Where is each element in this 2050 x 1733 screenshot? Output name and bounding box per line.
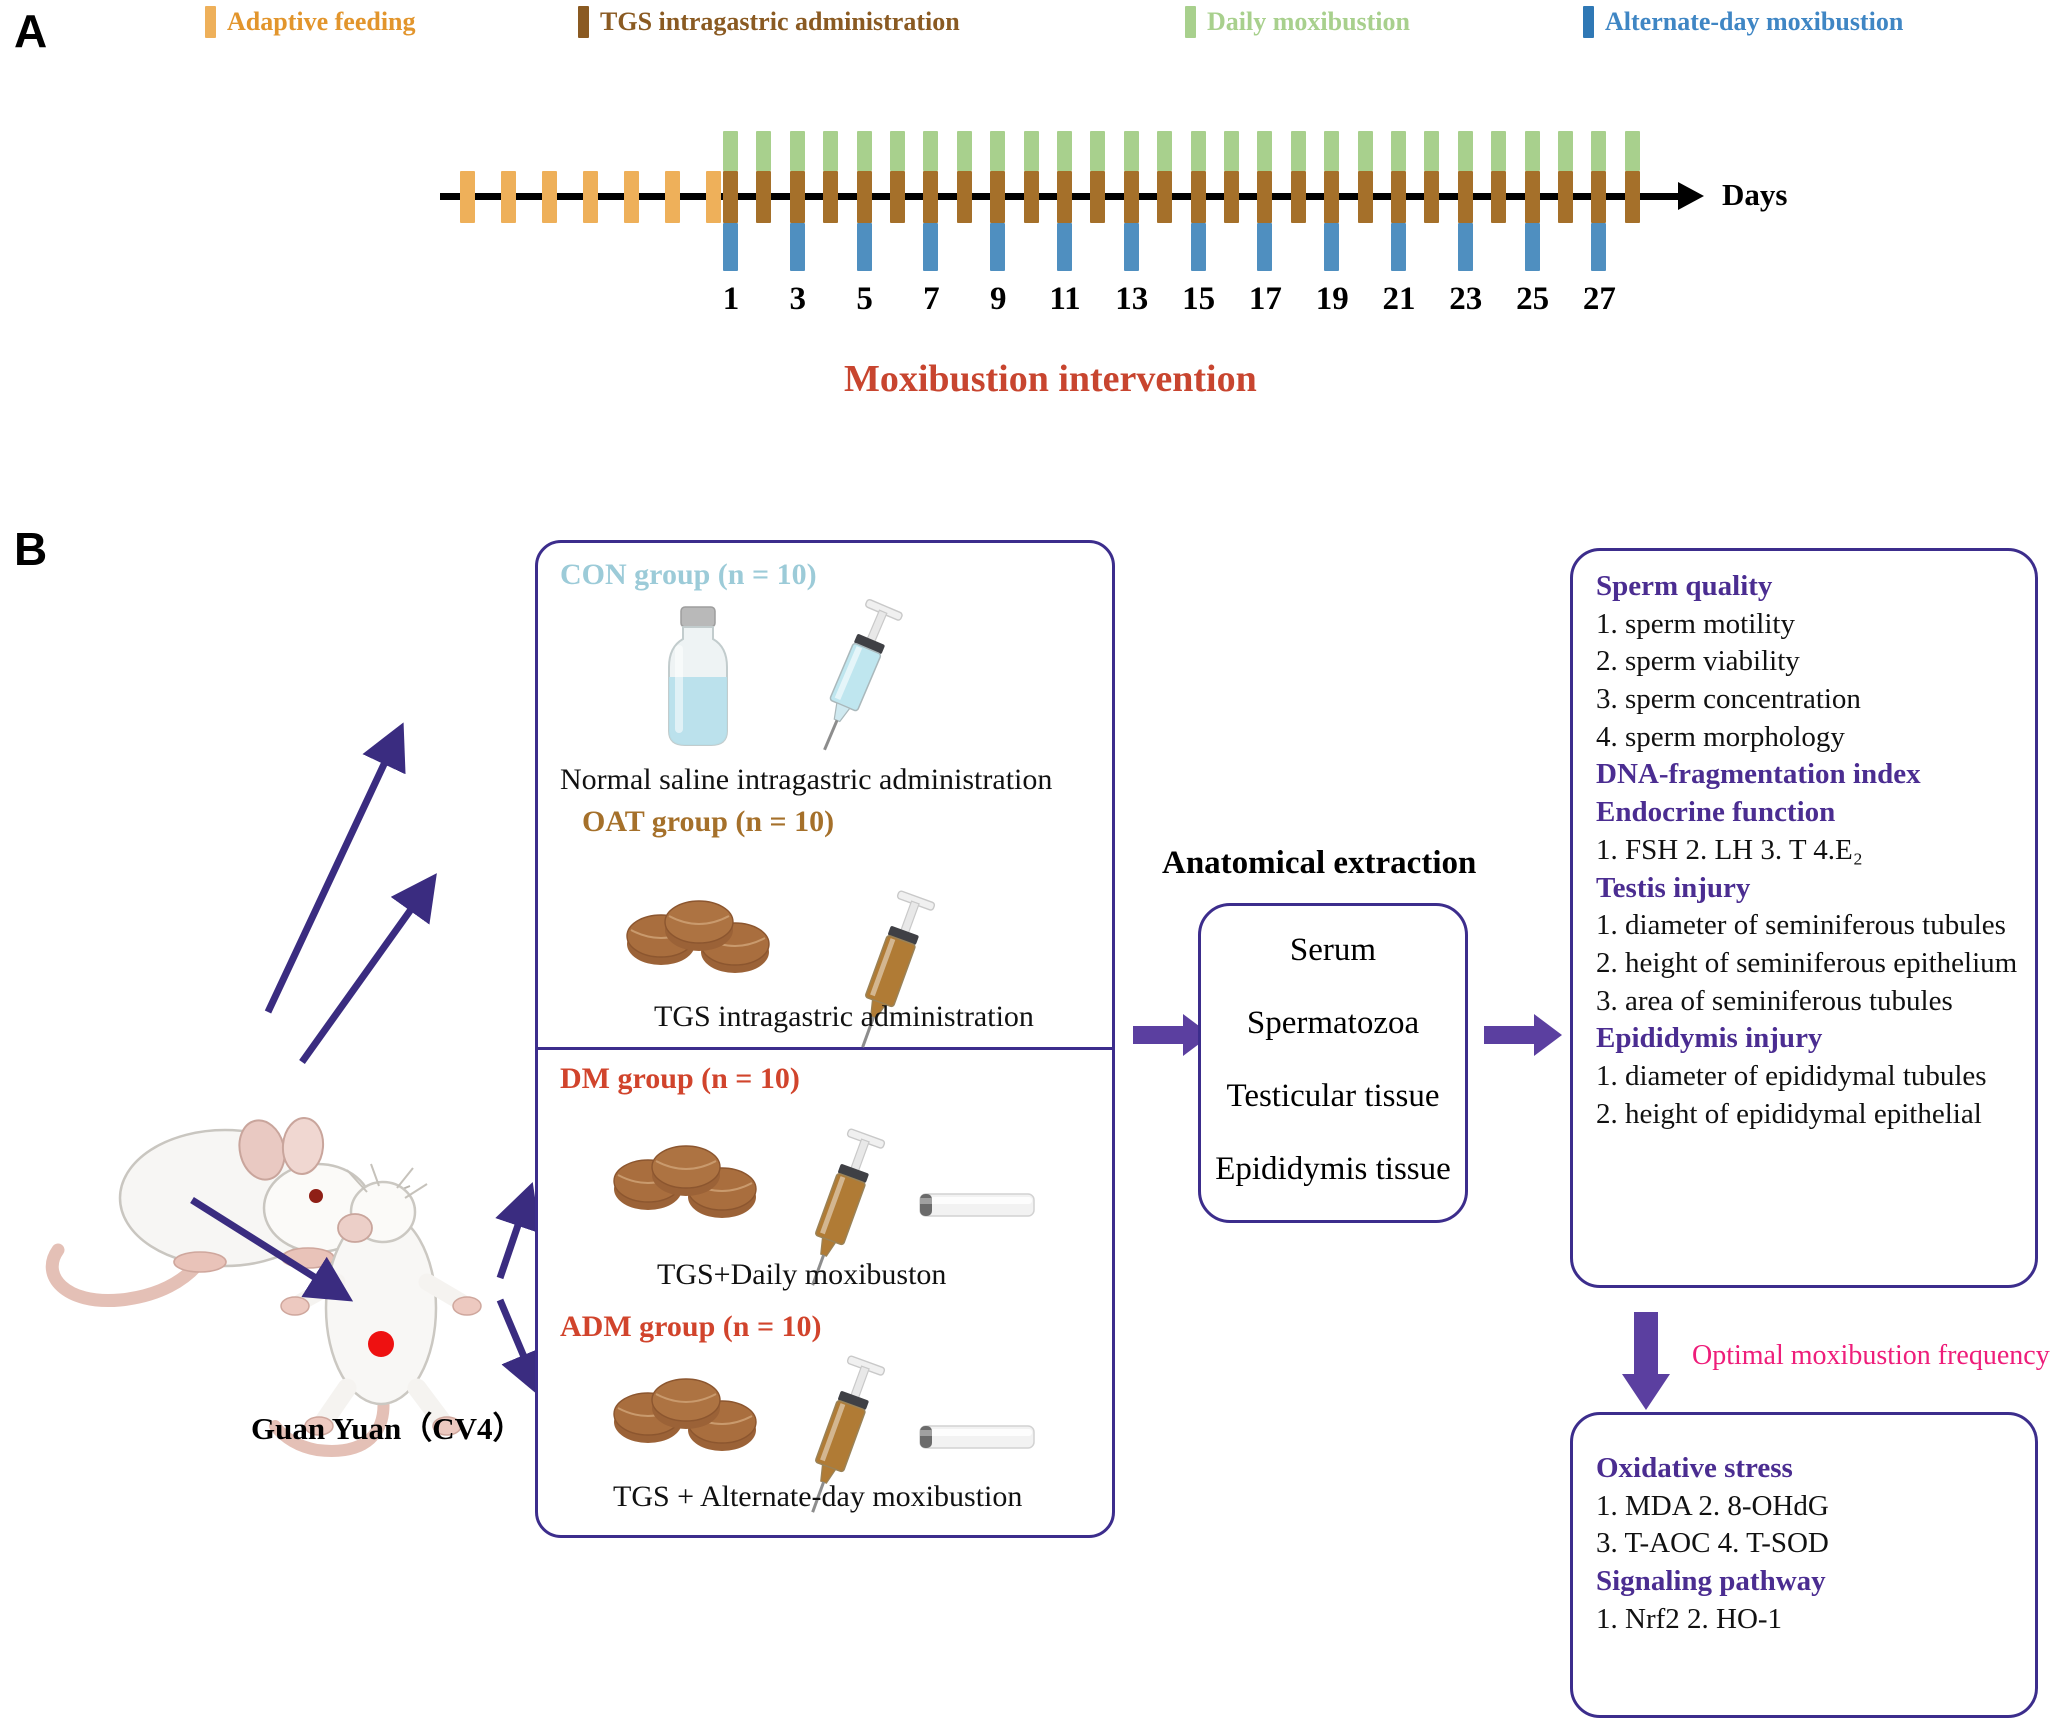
outcomes-bottom-content: Oxidative stress 1. MDA 2. 8-OHdG 3. T-AOC… (1596, 1450, 2036, 1638)
outcomes-top-content: Sperm quality 1. sperm motility 2. sperm v… (1596, 568, 2036, 1133)
timeline-day-number: 27 (1582, 281, 1616, 317)
oat-group-title: OAT group (n = 10) (582, 805, 835, 838)
arrow-optimal-frequency (1620, 1312, 1672, 1412)
moxa-stick-icon-adm (918, 1420, 1036, 1454)
timeline-day-number: 5 (856, 281, 873, 317)
extraction-items: Serum Spermatozoa Testicular tissue Epid… (1198, 918, 1468, 1188)
legend-label-daily-moxibustion: Daily moxibustion (1207, 7, 1410, 36)
oat-group-caption: TGS intragastric administration (654, 1000, 1034, 1033)
timeline-day-number: 9 (989, 281, 1007, 317)
timeline-day-number: 17 (1248, 281, 1282, 317)
timeline-day-number: 13 (1115, 281, 1149, 317)
syringe-blue-icon (810, 598, 903, 758)
outcome-section-item: 1. FSH 2. LH 3. T 4.E₂ (1596, 833, 1863, 866)
outcome-section-item: 1. diameter of epididymal tubules (1596, 1059, 1987, 1092)
extraction-item-serum: Serum (1289, 932, 1377, 968)
extraction-item-testicular-tissue: Testicular tissue (1226, 1078, 1440, 1114)
adm-group-caption: TGS + Alternate-day moxibustion (613, 1480, 1023, 1513)
outcome-section-item: 2. height of epididymal epithelial (1596, 1097, 1982, 1130)
timeline-day-number: 19 (1315, 281, 1349, 317)
moxa-stick-icon-dm (918, 1188, 1036, 1222)
timeline-day-number: 7 (923, 281, 940, 317)
outcome-section-item: 3. T-AOC 4. T-SOD (1596, 1527, 1829, 1560)
timeline-day-number: 1 (722, 281, 740, 317)
outcome-section-item: 1. sperm motility (1596, 607, 1795, 640)
legend-item-daily-moxibustion: Daily moxibustion (1185, 6, 1410, 38)
outcome-section-item: 1. Nrf2 2. HO-1 (1596, 1602, 1783, 1635)
extraction-item-spermatozoa: Spermatozoa (1246, 1005, 1420, 1041)
adm-group-title: ADM group (n = 10) (560, 1310, 822, 1343)
outcome-section-item: 3. area of seminiferous tubules (1596, 984, 1953, 1017)
arrow-extraction-to-outcomes (1484, 1010, 1564, 1060)
outcome-section-item: 4. sperm morphology (1596, 720, 1845, 753)
timeline-day-number: 3 (789, 281, 807, 317)
dm-group-title: DM group (n = 10) (560, 1062, 800, 1095)
outcome-section-item: 1. diameter of seminiferous tubules (1596, 909, 2006, 942)
outcome-section-item: 2. height of seminiferous epithelium (1596, 946, 2018, 979)
outcome-section-item: 3. sperm concentration (1596, 683, 1861, 716)
tablets-icon-dm (612, 1145, 762, 1225)
outcome-section-heading: DNA-fragmentation index (1596, 758, 1921, 791)
tablets-icon (625, 900, 775, 980)
outcome-section-heading: Endocrine function (1596, 796, 1836, 829)
timeline-day-number: 15 (1182, 281, 1216, 317)
extraction-item-epididymis-tissue: Epididymis tissue (1215, 1151, 1451, 1187)
timeline-day-number: 11 (1049, 281, 1081, 317)
outcome-section-item: 2. sperm viability (1596, 645, 1800, 678)
outcome-section-heading: Sperm quality (1596, 570, 1773, 602)
con-group-title: CON group (n = 10) (560, 558, 817, 591)
legend-swatch-alternate-moxibustion (1583, 6, 1594, 38)
moxibustion-intervention-title: Moxibustion intervention (844, 358, 1257, 400)
outcome-section-item: 1. MDA 2. 8-OHdG (1596, 1489, 1829, 1522)
legend-swatch-daily-moxibustion (1185, 6, 1196, 38)
tablets-icon-adm (612, 1378, 762, 1458)
outcome-section-heading: Testis injury (1596, 871, 1751, 904)
optimal-frequency-label: Optimal moxibustion frequency (1692, 1340, 2050, 1371)
outcome-section-heading: Oxidative stress (1596, 1452, 1793, 1484)
timeline-day-number: 23 (1449, 281, 1483, 317)
timeline-day-number: 21 (1382, 281, 1416, 317)
saline-bottle-icon (655, 605, 741, 750)
legend-label-alternate-moxibustion: Alternate-day moxibustion (1605, 7, 1904, 36)
outcome-section-heading: Signaling pathway (1596, 1565, 1826, 1598)
dm-group-caption: TGS+Daily moxibuston (657, 1258, 947, 1291)
groups-box-divider (536, 1047, 1114, 1050)
legend-item-alternate-moxibustion: Alternate-day moxibustion (1583, 6, 1903, 38)
anatomical-extraction-heading: Anatomical extraction (1162, 845, 1477, 881)
outcome-section-heading: Epididymis injury (1596, 1022, 1823, 1055)
con-group-caption: Normal saline intragastric administratio… (560, 763, 1053, 796)
timeline-day-number: 25 (1516, 281, 1550, 317)
